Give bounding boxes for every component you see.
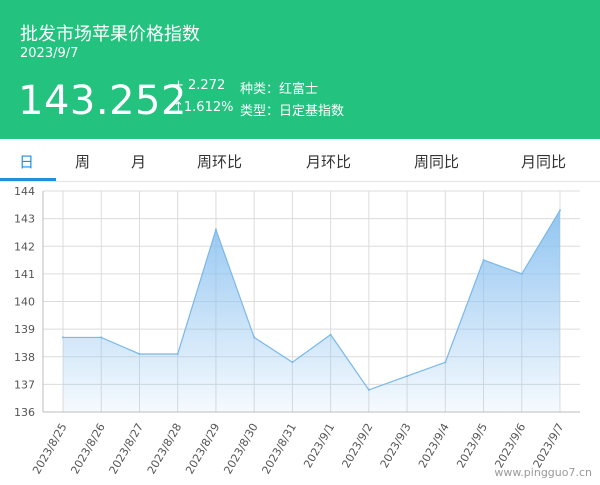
- page-title: 批发市场苹果价格指数: [20, 24, 200, 45]
- data-point: [482, 259, 485, 262]
- data-point: [520, 272, 523, 275]
- data-point: [138, 352, 141, 355]
- x-tick-label: 2023/8/31: [260, 421, 299, 476]
- data-point: [559, 209, 561, 212]
- x-tick-label: 2023/8/26: [68, 421, 107, 476]
- y-tick-label: 143: [14, 213, 35, 226]
- tab-month[interactable]: 月: [131, 151, 146, 172]
- data-point: [406, 375, 409, 378]
- tab-month-yoy[interactable]: 月同比: [521, 151, 566, 172]
- tab-month-mom[interactable]: 月环比: [306, 151, 351, 172]
- change-percent: ↑1.612%: [173, 100, 234, 115]
- change-value: + 2.272: [173, 78, 226, 93]
- x-tick-label: 2023/8/29: [183, 421, 222, 476]
- y-tick-label: 136: [14, 406, 35, 419]
- data-point: [214, 228, 217, 231]
- data-point: [253, 336, 256, 339]
- area-chart: 1361371381391401411421431442023/8/252023…: [14, 185, 580, 476]
- series-area: [63, 210, 560, 412]
- x-tick-label: 2023/9/2: [339, 421, 375, 470]
- tab-week-mom[interactable]: 周环比: [197, 151, 242, 172]
- price-value: 143.252: [18, 78, 187, 124]
- x-tick-label: 2023/9/1: [301, 421, 337, 470]
- x-tick-label: 2023/8/30: [221, 421, 260, 476]
- x-tick-label: 2023/8/25: [30, 421, 69, 476]
- x-tick-label: 2023/9/4: [416, 421, 452, 470]
- tab-week-yoy[interactable]: 周同比: [414, 151, 459, 172]
- x-tick-label: 2023/9/3: [378, 421, 414, 470]
- tab-bar: 日 周 月 周环比 月环比 周同比 月同比: [0, 139, 600, 182]
- data-point: [291, 361, 294, 364]
- y-tick-label: 142: [14, 240, 35, 253]
- y-tick-label: 141: [14, 268, 35, 281]
- data-point: [367, 388, 370, 391]
- data-point: [329, 333, 332, 336]
- header: 批发市场苹果价格指数 2023/9/7 143.252 + 2.272 ↑1.6…: [0, 0, 600, 139]
- x-tick-label: 2023/9/6: [492, 421, 528, 470]
- y-tick-label: 140: [14, 296, 35, 309]
- data-point: [176, 352, 179, 355]
- x-tick-label: 2023/9/5: [454, 421, 490, 470]
- data-point: [444, 361, 447, 364]
- y-tick-label: 137: [14, 378, 35, 391]
- data-point: [62, 336, 64, 339]
- x-tick-label: 2023/9/7: [531, 421, 567, 470]
- tab-week[interactable]: 周: [75, 151, 90, 172]
- y-tick-label: 139: [14, 323, 35, 336]
- data-point: [100, 336, 103, 339]
- variety-label: 种类：红富士: [240, 82, 319, 97]
- x-tick-label: 2023/8/28: [145, 421, 184, 476]
- x-tick-label: 2023/8/27: [107, 421, 146, 476]
- y-tick-label: 138: [14, 351, 35, 364]
- tab-day[interactable]: 日: [19, 151, 34, 172]
- date-label: 2023/9/7: [20, 46, 79, 61]
- type-label: 类型：日定基指数: [240, 104, 345, 119]
- y-tick-label: 144: [14, 185, 35, 198]
- watermark: www.pingguo7.cn: [494, 466, 592, 479]
